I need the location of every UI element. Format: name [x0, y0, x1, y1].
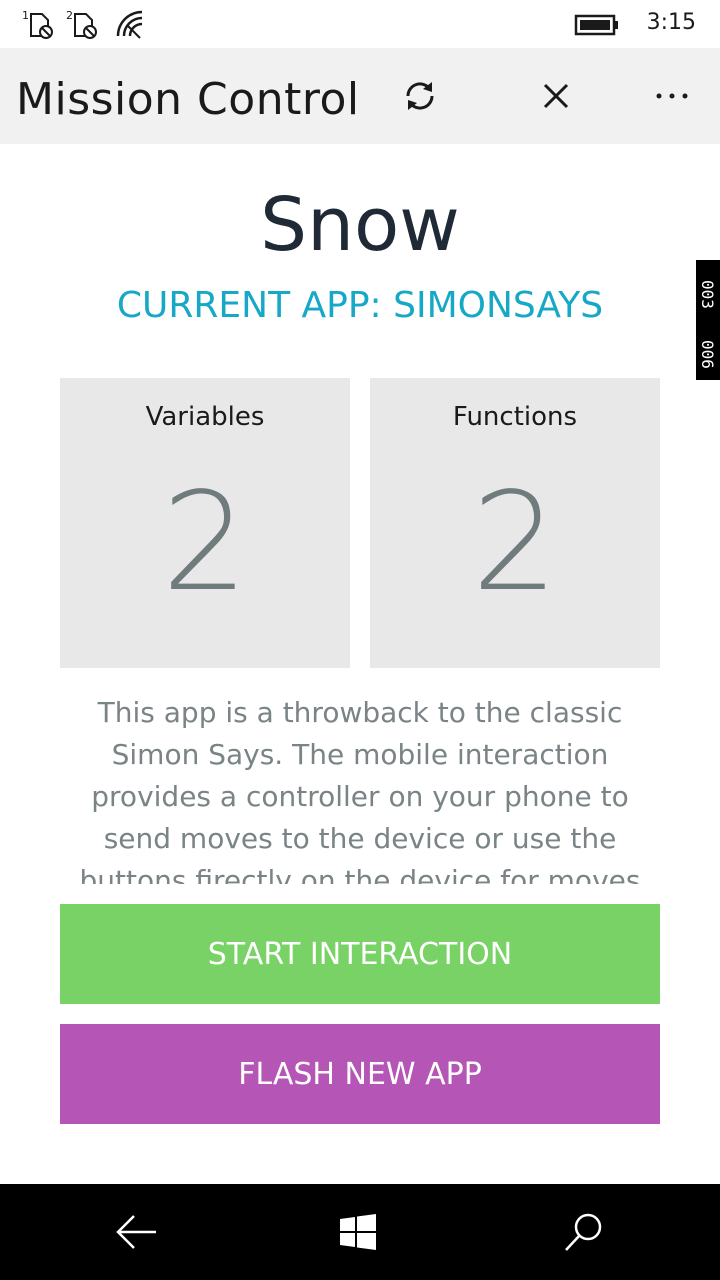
search-icon: [565, 1213, 602, 1251]
functions-card[interactable]: Functions 2: [370, 378, 660, 668]
variables-label: Variables: [145, 402, 265, 432]
sim-no-service-icon: 2: [66, 9, 97, 39]
home-button[interactable]: [334, 1208, 382, 1256]
frame-counter-bottom: 006: [698, 340, 717, 369]
clock-time: 3:15: [646, 10, 696, 35]
app-bar: Mission Control: [0, 48, 720, 144]
app-description-scroll[interactable]: This app is a throwback to the classic S…: [60, 692, 660, 884]
variables-card[interactable]: Variables 2: [60, 378, 350, 668]
functions-label: Functions: [452, 402, 578, 432]
flash-new-app-button[interactable]: FLASH NEW APP: [60, 1024, 660, 1124]
wifi-icon: [116, 10, 143, 39]
more-icon: [656, 93, 688, 99]
frame-counter-tag: 003 006: [696, 260, 720, 380]
sim-no-service-icon: 1: [22, 9, 53, 39]
back-button[interactable]: [112, 1208, 160, 1256]
close-icon: [543, 83, 569, 109]
sync-button[interactable]: [396, 72, 444, 120]
more-options-button[interactable]: [648, 72, 696, 120]
back-arrow-icon: [116, 1215, 156, 1249]
start-interaction-button[interactable]: START INTERACTION: [60, 904, 660, 1004]
frame-counter-top: 003: [698, 280, 717, 309]
svg-text:2: 2: [66, 9, 73, 22]
device-name: Snow: [260, 182, 460, 268]
battery-icon: [574, 14, 618, 36]
search-button[interactable]: [560, 1208, 608, 1256]
svg-text:1: 1: [22, 9, 29, 22]
page-title: Mission Control: [16, 74, 360, 125]
sync-icon: [406, 82, 434, 110]
current-app-label: CURRENT APP: SIMONSAYS: [116, 285, 604, 326]
close-button[interactable]: [532, 72, 580, 120]
app-description: This app is a throwback to the classic S…: [79, 696, 641, 884]
variables-count: 2: [161, 464, 249, 622]
navigation-bar: [0, 1184, 720, 1280]
windows-logo-icon: [340, 1214, 376, 1250]
status-bar: 1 2 3:15: [0, 0, 720, 48]
functions-count: 2: [471, 464, 559, 622]
